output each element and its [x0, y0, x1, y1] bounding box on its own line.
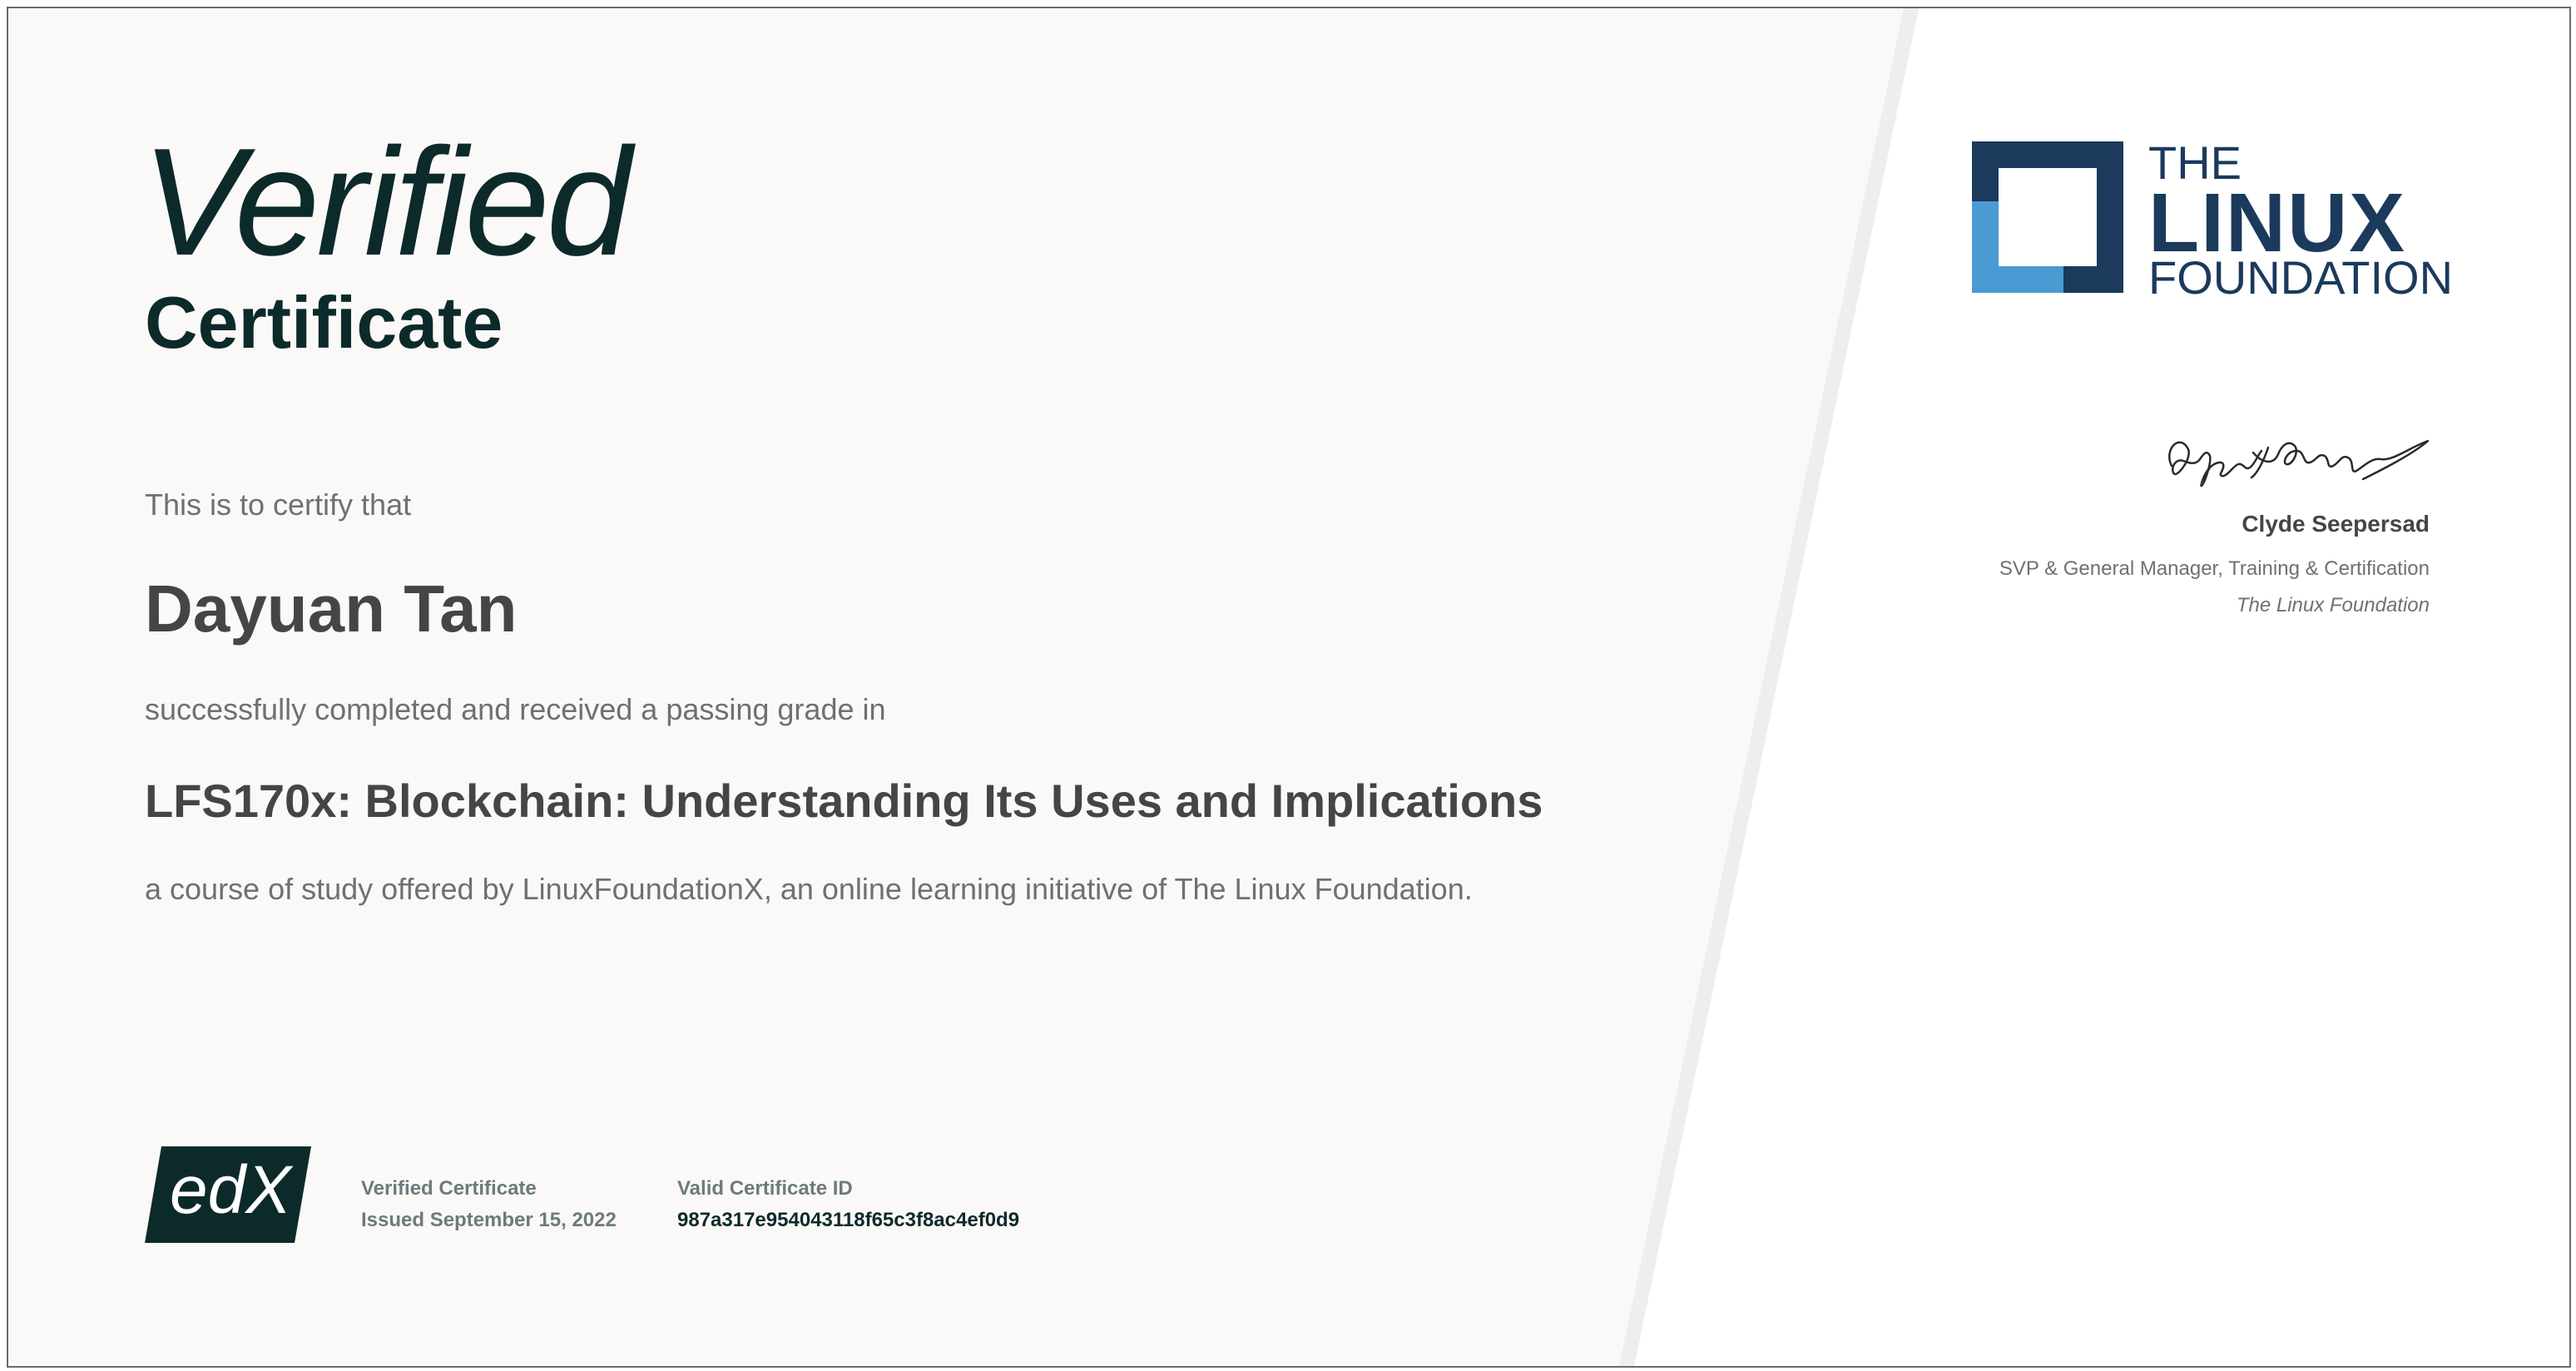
certificate-heading: Certificate: [145, 281, 503, 364]
signatory-name: Clyde Seepersad: [2242, 511, 2430, 537]
logo-text-foundation: FOUNDATION: [2148, 251, 2454, 304]
certificate-frame: Verified Certificate This is to certify …: [7, 7, 2571, 1368]
certificate-id-label: Valid Certificate ID: [677, 1177, 853, 1200]
edx-logo-text: edX: [170, 1152, 294, 1228]
edx-logo: edX: [145, 1146, 311, 1243]
linux-foundation-logo-mark: [1972, 141, 2123, 293]
course-description: a course of study offered by LinuxFounda…: [145, 872, 1473, 906]
certificate-type-block: Verified Certificate Issued September 15…: [361, 1173, 617, 1236]
recipient-name: Dayuan Tan: [145, 572, 518, 646]
completion-statement: successfully completed and received a pa…: [145, 692, 886, 726]
certificate-id-block: Valid Certificate ID 987a317e954043118f6…: [677, 1173, 1019, 1236]
certificate-type-label: Verified Certificate: [361, 1177, 537, 1200]
signatory-title: SVP & General Manager, Training & Certif…: [1999, 557, 2430, 580]
certificate-id: 987a317e954043118f65c3f8ac4ef0d9: [677, 1209, 1020, 1231]
signatory-organization: The Linux Foundation: [2236, 594, 2430, 616]
course-title: LFS170x: Blockchain: Understanding Its U…: [145, 775, 1543, 827]
certify-intro: This is to certify that: [145, 488, 412, 522]
issued-date: Issued September 15, 2022: [361, 1209, 617, 1231]
verified-heading: Verified: [141, 116, 632, 287]
signature-image: [2168, 439, 2430, 488]
